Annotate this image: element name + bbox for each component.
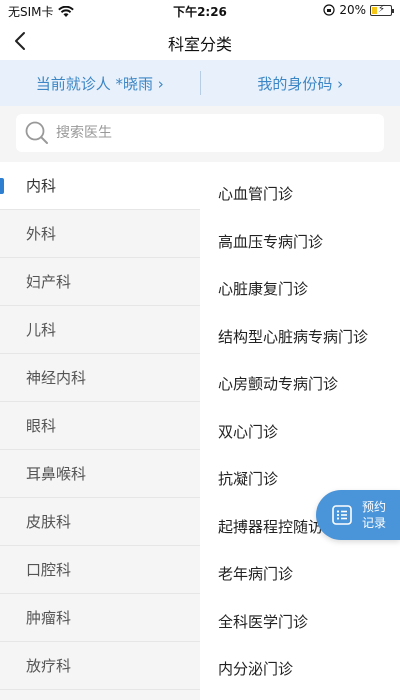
nav-bar: 科室分类 bbox=[0, 22, 400, 60]
department-item[interactable]: 放疗科 bbox=[0, 642, 200, 690]
department-label: 眼科 bbox=[26, 417, 57, 435]
patient-bar: 当前就诊人 *晓雨 › 我的身份码 › bbox=[0, 60, 400, 106]
search-input[interactable] bbox=[56, 125, 356, 141]
department-item[interactable]: 眼科 bbox=[0, 402, 200, 450]
clinic-item[interactable]: 高血压专病门诊 bbox=[200, 218, 400, 266]
clinic-item[interactable]: 双心门诊 bbox=[200, 408, 400, 456]
appointment-records-line2: 记录 bbox=[362, 516, 387, 530]
department-label: 内科 bbox=[26, 177, 57, 195]
department-label: 肿瘤科 bbox=[26, 609, 72, 627]
status-right: 20% ⚡ bbox=[323, 3, 394, 17]
department-item[interactable]: 神经内科 bbox=[0, 354, 200, 402]
battery-percent: 20% bbox=[339, 3, 366, 17]
department-label: 儿科 bbox=[26, 321, 57, 339]
department-label: 神经内科 bbox=[26, 369, 87, 387]
clinic-item[interactable]: 心脏康复门诊 bbox=[200, 265, 400, 313]
department-item[interactable]: 内科 bbox=[0, 162, 200, 210]
department-label: 放疗科 bbox=[26, 657, 72, 675]
clinic-item[interactable]: 老年病门诊 bbox=[200, 550, 400, 598]
search-box[interactable] bbox=[16, 114, 384, 152]
list-icon bbox=[332, 505, 352, 525]
active-indicator bbox=[0, 178, 4, 194]
clinic-item[interactable]: 结构型心脏病专病门诊 bbox=[200, 313, 400, 361]
department-item[interactable]: 妇产科 bbox=[0, 258, 200, 306]
clinic-item[interactable]: 心血管门诊 bbox=[200, 170, 400, 218]
department-item[interactable]: 肿瘤科 bbox=[0, 594, 200, 642]
status-bar: 无SIM卡 下午2:26 20% ⚡ bbox=[0, 0, 400, 22]
appointment-records-label: 预约 记录 bbox=[362, 499, 386, 531]
department-label: 皮肤科 bbox=[26, 513, 72, 531]
appointment-records-button[interactable]: 预约 记录 bbox=[316, 490, 400, 540]
department-item[interactable]: 皮肤科 bbox=[0, 498, 200, 546]
department-label: 口腔科 bbox=[26, 561, 72, 579]
department-item[interactable]: 口腔科 bbox=[0, 546, 200, 594]
department-item[interactable]: 儿科 bbox=[0, 306, 200, 354]
department-label: 妇产科 bbox=[26, 273, 72, 291]
department-item[interactable]: 外科 bbox=[0, 210, 200, 258]
orientation-lock-icon bbox=[323, 4, 335, 16]
department-label: 耳鼻喉科 bbox=[26, 465, 87, 483]
clinic-item[interactable]: 内分泌门诊 bbox=[200, 645, 400, 693]
clinic-item[interactable]: 全科医学门诊 bbox=[200, 598, 400, 646]
my-id-code-button[interactable]: 我的身份码 › bbox=[201, 73, 400, 94]
page-title: 科室分类 bbox=[167, 35, 232, 54]
clinic-item[interactable]: 心房颤动专病门诊 bbox=[200, 360, 400, 408]
battery-icon: ⚡ bbox=[370, 4, 394, 16]
search-icon bbox=[25, 121, 48, 144]
department-label: 外科 bbox=[26, 225, 57, 243]
department-item[interactable]: 耳鼻喉科 bbox=[0, 450, 200, 498]
appointment-records-line1: 预约 bbox=[362, 500, 387, 514]
search-area bbox=[0, 106, 400, 162]
clinic-list: 心血管门诊 高血压专病门诊 心脏康复门诊 结构型心脏病专病门诊 心房颤动专病门诊… bbox=[200, 162, 400, 700]
department-menu: 内科 外科 妇产科 儿科 神经内科 眼科 耳鼻喉科 皮肤科 口腔科 肿瘤科 放疗… bbox=[0, 162, 200, 700]
current-patient-button[interactable]: 当前就诊人 *晓雨 › bbox=[0, 73, 200, 94]
